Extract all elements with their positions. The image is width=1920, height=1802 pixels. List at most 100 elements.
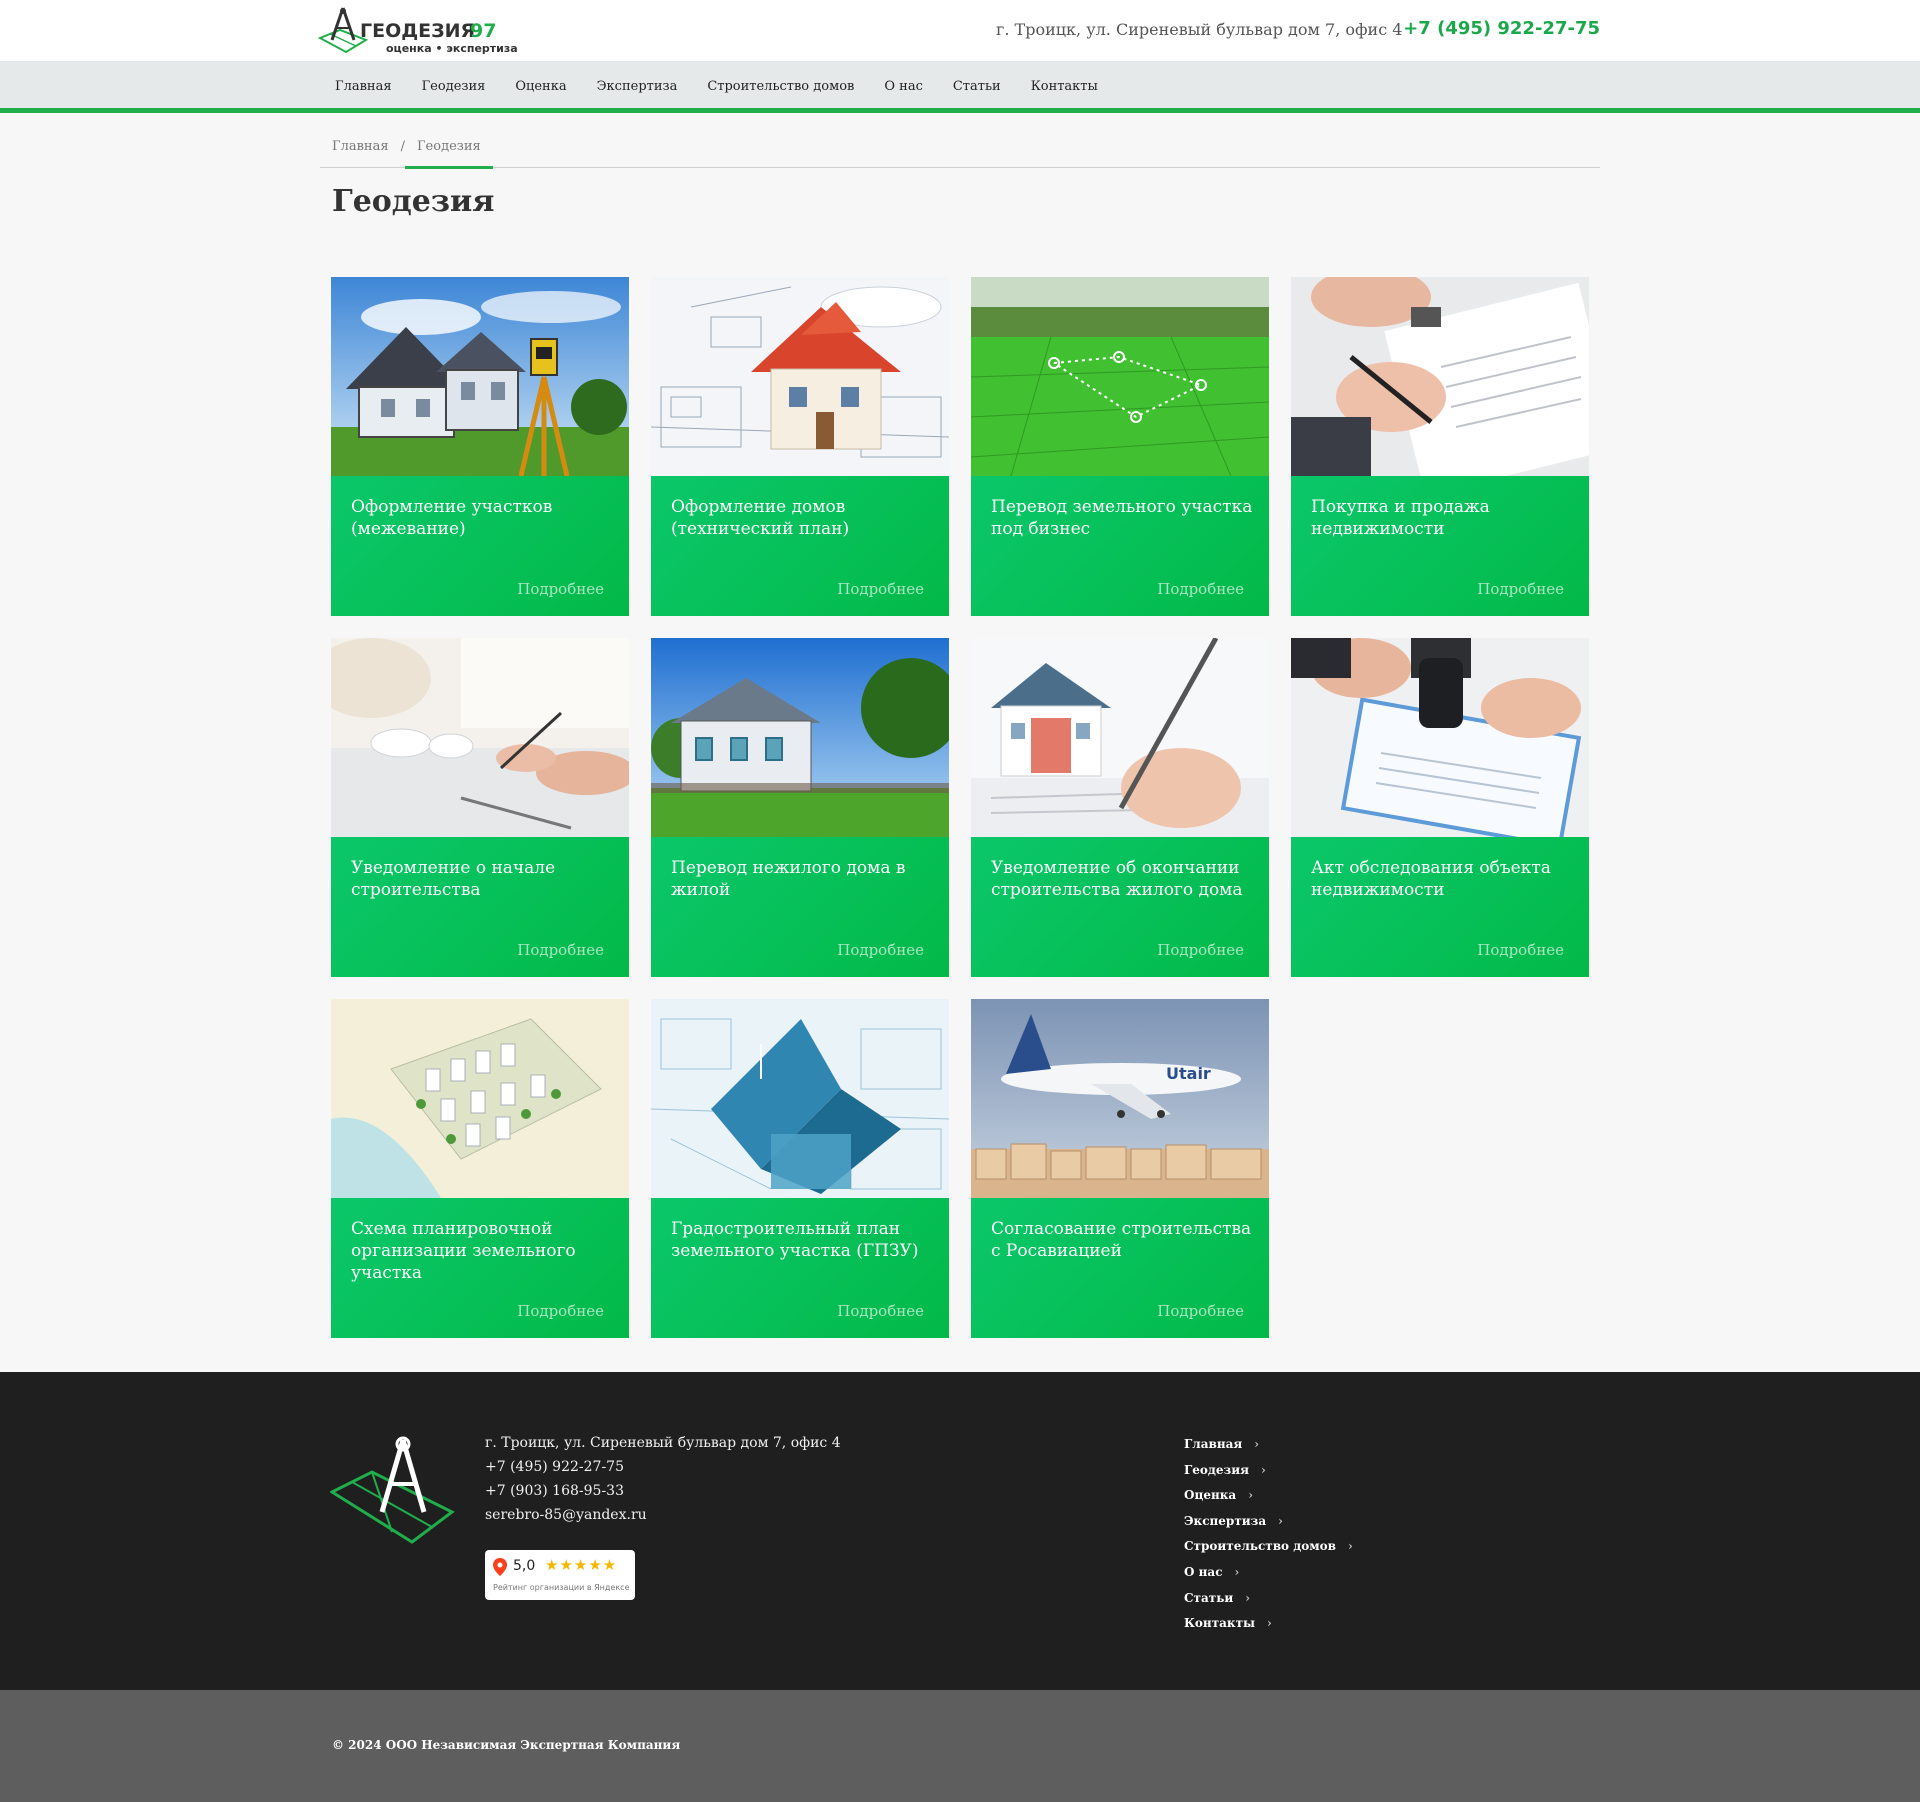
more-link[interactable]: Подробнее: [837, 1302, 924, 1320]
nav-item-expertise[interactable]: Экспертиза: [582, 61, 693, 113]
chevron-right-icon: ›: [1234, 1564, 1240, 1579]
service-card-body: Схема планировочной организации земельно…: [331, 1198, 629, 1338]
nav-item-home[interactable]: Главная: [320, 61, 407, 113]
service-card[interactable]: Перевод земельного участка под бизнес По…: [971, 277, 1269, 616]
chevron-right-icon: ›: [1245, 1590, 1251, 1605]
more-link[interactable]: Подробнее: [1157, 941, 1244, 959]
service-card-title: Согласование строительства с Росавиацией: [991, 1219, 1252, 1261]
nav-item-articles[interactable]: Статьи: [938, 61, 1016, 113]
breadcrumb-home-link[interactable]: Главная: [320, 136, 401, 158]
footer-nav-item-construction[interactable]: Строительство домов ›: [1184, 1534, 1353, 1560]
service-card[interactable]: Градостроительный план земельного участк…: [651, 999, 949, 1338]
footer-nav-item-expertise[interactable]: Экспертиза ›: [1184, 1509, 1353, 1535]
more-link[interactable]: Подробнее: [517, 941, 604, 959]
more-link[interactable]: Подробнее: [837, 580, 924, 598]
service-card-body: Оформление домов (технический план) Подр…: [651, 476, 949, 616]
chevron-right-icon: ›: [1254, 1437, 1260, 1451]
main-navigation-bar: Главная Геодезия Оценка Экспертиза Строи…: [0, 61, 1920, 113]
service-card[interactable]: Оформление домов (технический план) Подр…: [651, 277, 949, 616]
footer-phone-primary[interactable]: +7 (495) 922-27-75: [485, 1455, 841, 1479]
main-nav: Главная Геодезия Оценка Экспертиза Строи…: [320, 61, 1113, 113]
breadcrumb-current: Геодезия: [404, 136, 493, 169]
service-card-body: Градостроительный план земельного участк…: [651, 1198, 949, 1338]
footer-nav-item-home[interactable]: Главная ›: [1184, 1432, 1353, 1458]
footer-nav-item-valuation[interactable]: Оценка ›: [1184, 1483, 1353, 1509]
copyright-bar: © 2024 ООО Независимая Экспертная Компан…: [0, 1690, 1920, 1802]
service-card-title: Оформление участков (межевание): [351, 497, 553, 539]
service-card-title: Уведомление об окончании строительства ж…: [991, 858, 1243, 900]
service-card[interactable]: Оформление участков (межевание) Подробне…: [331, 277, 629, 616]
service-card-body: Покупка и продажа недвижимости Подробнее: [1291, 476, 1589, 616]
nav-item-contacts[interactable]: Контакты: [1016, 61, 1113, 113]
top-bar: ГЕОДЕЗИЯ 97 оценка • экспертиза г. Троиц…: [0, 0, 1920, 61]
footer-nav-item-about[interactable]: О нас ›: [1184, 1560, 1353, 1586]
green-field-markers-image: [971, 277, 1269, 476]
service-card-body: Согласование строительства с Росавиацией…: [971, 1198, 1269, 1338]
service-card-body: Перевод нежилого дома в жилой Подробнее: [651, 837, 949, 977]
copyright-text: © 2024 ООО Независимая Экспертная Компан…: [332, 1738, 681, 1752]
service-card[interactable]: Перевод нежилого дома в жилой Подробнее: [651, 638, 949, 977]
airplane-city-image: Utair: [971, 999, 1269, 1198]
svg-text:Utair: Utair: [1166, 1064, 1211, 1083]
service-card-title: Градостроительный план земельного участк…: [671, 1219, 919, 1261]
footer-nav-label: Экспертиза: [1184, 1513, 1267, 1528]
more-link[interactable]: Подробнее: [1477, 580, 1564, 598]
more-link[interactable]: Подробнее: [517, 580, 604, 598]
village-house-image: [651, 638, 949, 837]
footer-nav-item-articles[interactable]: Статьи ›: [1184, 1586, 1353, 1612]
footer-nav-label: Геодезия: [1184, 1462, 1249, 1477]
house-pen-image: [971, 638, 1269, 837]
svg-text:97: 97: [470, 20, 496, 42]
service-card[interactable]: Уведомление об окончании строительства ж…: [971, 638, 1269, 977]
service-card[interactable]: Акт обследования объекта недвижимости По…: [1291, 638, 1589, 977]
more-link[interactable]: Подробнее: [1477, 941, 1564, 959]
chevron-right-icon: ›: [1267, 1616, 1272, 1631]
svg-text:ГЕОДЕЗИЯ: ГЕОДЕЗИЯ: [360, 20, 475, 42]
more-link[interactable]: Подробнее: [1157, 1302, 1244, 1320]
footer: г. Троицк, ул. Сиреневый бульвар дом 7, …: [0, 1372, 1920, 1690]
footer-nav-label: Контакты: [1184, 1616, 1256, 1631]
nav-item-valuation[interactable]: Оценка: [500, 61, 581, 113]
service-card[interactable]: Схема планировочной организации земельно…: [331, 999, 629, 1338]
chevron-right-icon: ›: [1278, 1513, 1283, 1528]
footer-email[interactable]: serebro-85@yandex.ru: [485, 1503, 841, 1527]
architect-drawing-image: [331, 638, 629, 837]
footer-logo-icon[interactable]: [330, 1432, 456, 1544]
yandex-rating-badge[interactable]: 5,0 ★★★★★ Рейтинг организации в Яндексе: [485, 1550, 635, 1600]
nav-item-about[interactable]: О нас: [869, 61, 938, 113]
footer-nav-label: О нас: [1184, 1564, 1223, 1579]
chevron-right-icon: ›: [1348, 1539, 1353, 1554]
house-theodolite-image: [331, 277, 629, 476]
nav-item-construction[interactable]: Строительство домов: [692, 61, 869, 113]
service-card[interactable]: Utair Согласование строительства с Росав…: [971, 999, 1269, 1338]
more-link[interactable]: Подробнее: [837, 941, 924, 959]
breadcrumb: Главная / Геодезия: [320, 136, 1600, 169]
service-card-title: Схема планировочной организации земельно…: [351, 1219, 576, 1283]
house-model-blueprints-image: [651, 277, 949, 476]
more-link[interactable]: Подробнее: [1157, 580, 1244, 598]
more-link[interactable]: Подробнее: [517, 1302, 604, 1320]
header-address: г. Троицк, ул. Сиреневый бульвар дом 7, …: [996, 20, 1403, 39]
rating-stars-icon: ★★★★★: [545, 1556, 618, 1574]
service-card[interactable]: Покупка и продажа недвижимости Подробнее: [1291, 277, 1589, 616]
signing-keys-image: [1291, 277, 1589, 476]
company-logo[interactable]: ГЕОДЕЗИЯ 97 оценка • экспертиза: [318, 6, 540, 58]
svg-text:оценка • экспертиза: оценка • экспертиза: [386, 42, 518, 55]
nav-item-geodesy[interactable]: Геодезия: [407, 61, 501, 113]
footer-nav-item-geodesy[interactable]: Геодезия ›: [1184, 1458, 1353, 1484]
service-card-body: Уведомление об окончании строительства ж…: [971, 837, 1269, 977]
service-card-title: Оформление домов (технический план): [671, 497, 850, 539]
footer-phone-secondary[interactable]: +7 (903) 168-95-33: [485, 1479, 841, 1503]
service-card-body: Уведомление о начале строительства Подро…: [331, 837, 629, 977]
chevron-right-icon: ›: [1260, 1462, 1266, 1477]
service-card-title: Перевод земельного участка под бизнес: [991, 497, 1253, 539]
service-card[interactable]: Уведомление о начале строительства Подро…: [331, 638, 629, 977]
footer-nav-label: Оценка: [1184, 1488, 1237, 1503]
map-pin-icon: [493, 1558, 507, 1576]
footer-nav-label: Строительство домов: [1184, 1539, 1336, 1554]
service-card-title: Уведомление о начале строительства: [351, 858, 556, 900]
header-phone[interactable]: +7 (495) 922-27-75: [1403, 18, 1600, 39]
footer-nav-item-contacts[interactable]: Контакты ›: [1184, 1611, 1353, 1637]
chevron-right-icon: ›: [1248, 1488, 1253, 1503]
rating-caption: Рейтинг организации в Яндексе: [493, 1583, 630, 1592]
